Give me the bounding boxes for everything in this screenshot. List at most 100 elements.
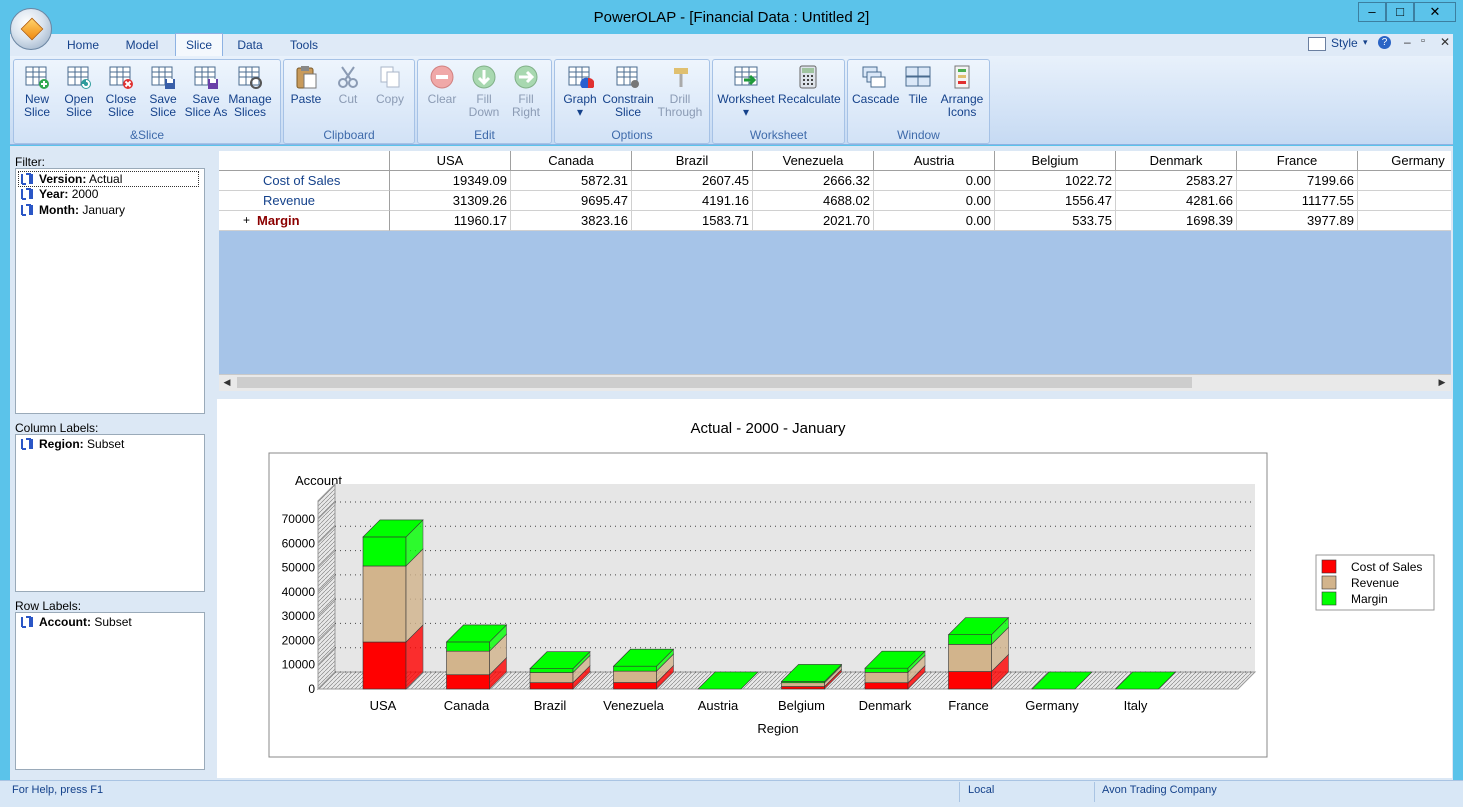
grid-cell[interactable]: 4688.02 xyxy=(753,191,874,211)
worksheet-button[interactable]: Worksheet ▾ xyxy=(716,64,776,119)
filter-list[interactable]: Version: Actual Year: 2000 Month: Januar… xyxy=(15,168,205,414)
tab-data[interactable]: Data xyxy=(228,34,272,56)
minimize-button[interactable]: – xyxy=(1358,2,1386,22)
grid-cell[interactable]: 19349.09 xyxy=(390,171,511,191)
row-item-account[interactable]: Account: Subset xyxy=(20,615,132,629)
help-icon[interactable]: ? xyxy=(1378,36,1391,49)
constrain-slice-button[interactable]: Constrain Slice xyxy=(602,64,654,119)
application-menu-button[interactable] xyxy=(10,8,52,50)
scroll-left-button[interactable]: ◀ xyxy=(220,376,234,389)
expand-icon[interactable]: + xyxy=(243,211,250,230)
tab-slice[interactable]: Slice xyxy=(175,33,223,56)
grid-cell[interactable]: 3977.89 xyxy=(1237,211,1358,231)
cut-icon xyxy=(338,66,358,88)
column-header[interactable]: Venezuela xyxy=(753,151,874,171)
column-header[interactable]: Brazil xyxy=(632,151,753,171)
column-header[interactable]: Belgium xyxy=(995,151,1116,171)
grid-cell[interactable]: 5872.31 xyxy=(511,171,632,191)
grid-cell[interactable]: 1583.71 xyxy=(632,211,753,231)
grid-cell[interactable]: 4 xyxy=(1358,191,1451,211)
grid-cell[interactable]: 2607.45 xyxy=(632,171,753,191)
style-menu[interactable]: Style xyxy=(1331,36,1358,50)
paste-button[interactable]: Paste xyxy=(286,64,326,106)
grid-cell[interactable]: 533.75 xyxy=(995,211,1116,231)
grid-cell[interactable]: 3823.16 xyxy=(511,211,632,231)
cut-button[interactable]: Cut xyxy=(328,64,368,106)
arrange-icons-button[interactable]: Arrange Icons xyxy=(940,64,984,119)
grid-cell[interactable]: 11177.55 xyxy=(1237,191,1358,211)
grid-cell[interactable]: 11960.17 xyxy=(390,211,511,231)
style-dropdown-icon[interactable]: ▾ xyxy=(1363,37,1368,48)
column-labels-list[interactable]: Region: Subset xyxy=(15,434,205,592)
bar-segment xyxy=(446,650,490,676)
copy-button[interactable]: Copy xyxy=(370,64,410,106)
tab-tools[interactable]: Tools xyxy=(282,34,326,56)
dimension-icon xyxy=(21,188,33,200)
mdi-restore-button[interactable]: ▫ xyxy=(1421,35,1425,47)
filter-item-version[interactable]: Version: Actual xyxy=(18,171,199,187)
recalculate-button[interactable]: Recalculate xyxy=(778,64,841,106)
grid-cell[interactable]: 1556.47 xyxy=(995,191,1116,211)
new-slice-button[interactable]: New Slice xyxy=(18,64,56,119)
grid-cell[interactable]: 2021.70 xyxy=(753,211,874,231)
tab-home[interactable]: Home xyxy=(60,34,106,56)
dimension-icon xyxy=(21,616,33,628)
grid-cell[interactable]: 7199.66 xyxy=(1237,171,1358,191)
row-header[interactable]: + Margin xyxy=(219,211,390,231)
tab-model[interactable]: Model xyxy=(118,34,166,56)
dimension-icon xyxy=(21,204,33,216)
save-slice-as-button[interactable]: Save Slice As xyxy=(184,64,228,119)
scroll-right-button[interactable]: ▶ xyxy=(1435,376,1449,389)
manage-slices-button[interactable]: Manage Slices xyxy=(228,64,272,119)
cascade-button[interactable]: Cascade xyxy=(852,64,899,106)
grid-cell[interactable]: 4281.66 xyxy=(1116,191,1237,211)
row-header[interactable]: Cost of Sales xyxy=(219,171,390,191)
drill-through-button[interactable]: Drill Through xyxy=(656,64,704,119)
horizontal-scrollbar[interactable]: ◀ ▶ xyxy=(219,374,1451,391)
chart[interactable]: Actual - 2000 - JanuaryAccount0100002000… xyxy=(217,399,1452,778)
grid-cell[interactable]: 0.00 xyxy=(874,191,995,211)
mdi-close-button[interactable]: ✕ xyxy=(1440,35,1450,49)
column-header[interactable]: Denmark xyxy=(1116,151,1237,171)
filter-item-year[interactable]: Year: 2000 xyxy=(20,187,98,201)
column-header[interactable]: Germany xyxy=(1358,151,1451,171)
grid-cell[interactable]: 2666.32 xyxy=(753,171,874,191)
mdi-minimize-button[interactable]: – xyxy=(1404,35,1411,49)
row-header[interactable]: Revenue xyxy=(219,191,390,211)
x-tick-label: Canada xyxy=(444,698,490,713)
fill-right-button[interactable]: Fill Right xyxy=(506,64,546,119)
graph-icon xyxy=(568,66,594,88)
column-header[interactable]: France xyxy=(1237,151,1358,171)
grid-cell[interactable]: 0.00 xyxy=(874,171,995,191)
grid-cell[interactable]: 9695.47 xyxy=(511,191,632,211)
grid-cell[interactable]: 3 xyxy=(1358,171,1451,191)
save-slice-button[interactable]: Save Slice xyxy=(144,64,182,119)
legend-label: Margin xyxy=(1351,592,1388,606)
grid-cell[interactable]: 31309.26 xyxy=(390,191,511,211)
close-window-button[interactable]: ✕ xyxy=(1414,2,1456,22)
column-header[interactable]: Canada xyxy=(511,151,632,171)
grid-cell[interactable]: 2583.27 xyxy=(1116,171,1237,191)
scroll-thumb[interactable] xyxy=(237,377,1192,388)
grid-cell[interactable]: 0.00 xyxy=(874,211,995,231)
grid-cell[interactable]: 1022.72 xyxy=(995,171,1116,191)
column-header[interactable]: Austria xyxy=(874,151,995,171)
clear-button[interactable]: Clear xyxy=(422,64,462,106)
grid-cell[interactable]: 1 xyxy=(1358,211,1451,231)
column-header[interactable]: USA xyxy=(390,151,511,171)
maximize-button[interactable]: □ xyxy=(1386,2,1414,22)
tile-button[interactable]: Tile xyxy=(898,64,938,106)
filter-item-month[interactable]: Month: January xyxy=(20,203,125,217)
fill-down-button[interactable]: Fill Down xyxy=(464,64,504,119)
close-slice-button[interactable]: Close Slice xyxy=(102,64,140,119)
data-grid[interactable]: USA Canada Brazil Venezuela Austria Belgium De… xyxy=(219,151,1451,374)
column-item-region[interactable]: Region: Subset xyxy=(20,437,124,451)
bar-segment xyxy=(529,672,574,683)
grid-cell[interactable]: 4191.16 xyxy=(632,191,753,211)
row-labels-list[interactable]: Account: Subset xyxy=(15,612,205,770)
graph-button[interactable]: Graph ▾ xyxy=(560,64,600,119)
grid-corner[interactable] xyxy=(219,151,390,171)
status-help-text: For Help, press F1 xyxy=(12,784,104,796)
grid-cell[interactable]: 1698.39 xyxy=(1116,211,1237,231)
open-slice-button[interactable]: Open Slice xyxy=(60,64,98,119)
